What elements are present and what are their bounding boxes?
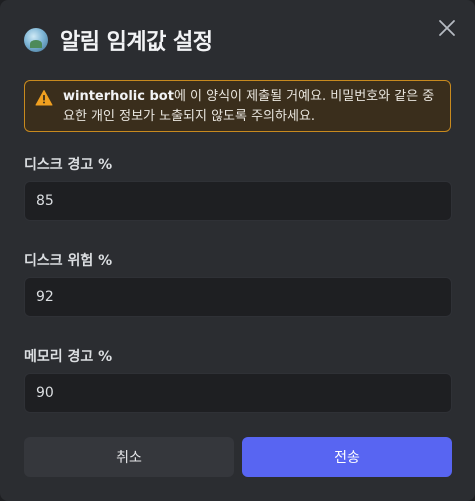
warning-banner: winterholic bot에 이 양식이 제출될 거예요. 비밀번호와 같은… bbox=[24, 80, 451, 132]
bot-name: winterholic bot bbox=[63, 89, 174, 104]
disk-warning-label: 디스크 경고 % bbox=[24, 157, 113, 173]
disk-critical-label: 디스크 위험 % bbox=[24, 253, 113, 269]
disk-warning-input[interactable] bbox=[24, 181, 452, 221]
modal-title: 알림 임계값 설정 bbox=[60, 30, 213, 55]
modal-header: 알림 임계값 설정 bbox=[24, 24, 213, 56]
memory-warning-input[interactable] bbox=[24, 373, 452, 413]
app-avatar-icon bbox=[24, 28, 48, 52]
close-button[interactable] bbox=[437, 18, 457, 38]
close-icon bbox=[439, 20, 455, 36]
warning-text: winterholic bot에 이 양식이 제출될 거예요. 비밀번호와 같은… bbox=[63, 89, 434, 124]
memory-warning-label: 메모리 경고 % bbox=[24, 349, 113, 365]
submit-button[interactable]: 전송 bbox=[242, 437, 452, 477]
warning-triangle-icon bbox=[35, 90, 53, 106]
cancel-button[interactable]: 취소 bbox=[24, 437, 234, 477]
disk-critical-input[interactable] bbox=[24, 277, 452, 317]
alert-threshold-modal: 알림 임계값 설정 winterholic bot에 이 양식이 제출될 거예요… bbox=[0, 0, 475, 501]
